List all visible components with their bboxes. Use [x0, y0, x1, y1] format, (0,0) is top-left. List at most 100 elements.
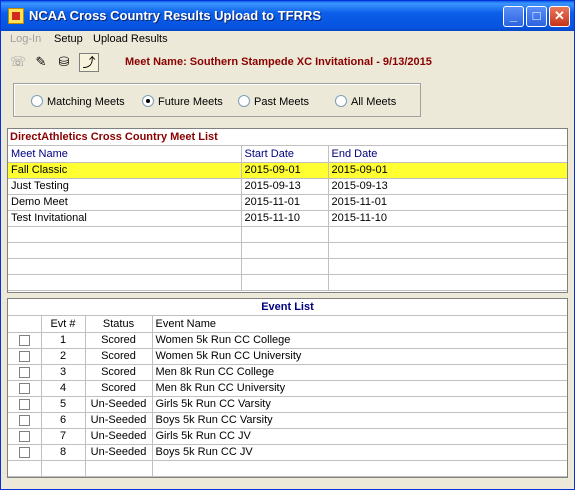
col-end-date[interactable]: End Date: [328, 146, 567, 163]
meet-filter-group: Matching Meets Future Meets Past Meets A…: [13, 83, 421, 117]
event-row[interactable]: 4 Scored Men 8k Run CC University: [8, 380, 567, 397]
event-list-table: Evt # Status Event Name 1 Scored Women 5…: [8, 316, 567, 477]
col-event-number[interactable]: Evt #: [41, 316, 86, 333]
minimize-button[interactable]: _: [503, 6, 524, 27]
event-number-cell: 8: [41, 444, 86, 461]
event-checkbox[interactable]: [18, 334, 30, 346]
menu-bar: Log-In Setup Upload Results: [1, 31, 574, 49]
event-checkbox[interactable]: [18, 366, 30, 378]
event-name-cell: Boys 5k Run CC JV: [152, 444, 567, 461]
phone-icon[interactable]: ☏: [8, 53, 28, 72]
window-title: NCAA Cross Country Results Upload to TFR…: [29, 8, 322, 23]
meet-row[interactable]: Fall Classic 2015-09-01 2015-09-01: [8, 162, 567, 179]
event-status-cell: Un-Seeded: [85, 412, 153, 429]
title-bar[interactable]: NCAA Cross Country Results Upload to TFR…: [1, 1, 574, 31]
event-row[interactable]: 3 Scored Men 8k Run CC College: [8, 364, 567, 381]
radio-future-meets[interactable]: Future Meets: [142, 95, 223, 108]
menu-upload-results[interactable]: Upload Results: [93, 33, 168, 45]
event-list-panel: Event List Evt # Status Event Name 1 Sco…: [7, 298, 568, 478]
app-window: NCAA Cross Country Results Upload to TFR…: [0, 0, 575, 490]
meet-row[interactable]: Demo Meet 2015-11-01 2015-11-01: [8, 194, 567, 211]
event-list-header: Evt # Status Event Name: [8, 316, 567, 333]
col-meet-name[interactable]: Meet Name: [8, 146, 242, 163]
event-number-cell: 3: [41, 364, 86, 381]
event-checkbox[interactable]: [18, 414, 30, 426]
col-start-date[interactable]: Start Date: [241, 146, 329, 163]
event-number-cell: 5: [41, 396, 86, 413]
event-checkbox[interactable]: [18, 446, 30, 458]
radio-dot-selected: [142, 95, 154, 107]
radio-dot: [335, 95, 347, 107]
meet-name-cell: Just Testing: [8, 178, 242, 195]
meet-name-cell: Fall Classic: [8, 162, 242, 179]
event-number-cell: 2: [41, 348, 86, 365]
radio-matching-meets[interactable]: Matching Meets: [31, 95, 125, 108]
event-name-cell: Men 8k Run CC College: [152, 364, 567, 381]
meet-name-cell: Demo Meet: [8, 194, 242, 211]
end-date-cell: 2015-09-13: [328, 178, 567, 195]
menu-setup[interactable]: Setup: [54, 33, 83, 45]
meet-list-title: DirectAthletics Cross Country Meet List: [8, 129, 567, 146]
maximize-button[interactable]: □: [526, 6, 547, 27]
event-name-cell: Girls 5k Run CC Varsity: [152, 396, 567, 413]
end-date-cell: 2015-09-01: [328, 162, 567, 179]
event-row[interactable]: 7 Un-Seeded Girls 5k Run CC JV: [8, 428, 567, 445]
event-checkbox[interactable]: [18, 350, 30, 362]
start-date-cell: 2015-09-13: [241, 178, 329, 195]
event-row[interactable]: 1 Scored Women 5k Run CC College: [8, 332, 567, 349]
event-status-cell: Scored: [85, 380, 153, 397]
event-row[interactable]: 2 Scored Women 5k Run CC University: [8, 348, 567, 365]
empty-row: [8, 258, 567, 275]
meet-list-panel: DirectAthletics Cross Country Meet List …: [7, 128, 568, 293]
event-row[interactable]: 8 Un-Seeded Boys 5k Run CC JV: [8, 444, 567, 461]
radio-past-meets[interactable]: Past Meets: [238, 95, 309, 108]
meet-list-header: Meet Name Start Date End Date: [8, 146, 567, 163]
event-status-cell: Un-Seeded: [85, 428, 153, 445]
empty-row: [8, 274, 567, 291]
end-date-cell: 2015-11-10: [328, 210, 567, 227]
event-number-cell: 1: [41, 332, 86, 349]
radio-dot: [31, 95, 43, 107]
event-name-cell: Boys 5k Run CC Varsity: [152, 412, 567, 429]
col-status[interactable]: Status: [85, 316, 153, 333]
event-name-cell: Women 5k Run CC University: [152, 348, 567, 365]
col-checkbox[interactable]: [8, 316, 42, 333]
event-number-cell: 6: [41, 412, 86, 429]
status-bar: [5, 479, 570, 487]
close-button[interactable]: ✕: [549, 6, 570, 27]
event-list-title: Event List: [8, 299, 567, 316]
meet-name-cell: Test Invitational: [8, 210, 242, 227]
col-event-name[interactable]: Event Name: [152, 316, 567, 333]
start-date-cell: 2015-11-01: [241, 194, 329, 211]
checklist-icon[interactable]: ✎: [31, 53, 51, 72]
event-row[interactable]: 6 Un-Seeded Boys 5k Run CC Varsity: [8, 412, 567, 429]
menu-login[interactable]: Log-In: [10, 33, 41, 45]
end-date-cell: 2015-11-01: [328, 194, 567, 211]
event-number-cell: 4: [41, 380, 86, 397]
radio-dot: [238, 95, 250, 107]
app-icon: [8, 8, 24, 24]
empty-row: [8, 226, 567, 243]
upload-icon[interactable]: ⛁: [54, 53, 74, 72]
start-date-cell: 2015-09-01: [241, 162, 329, 179]
event-checkbox[interactable]: [18, 398, 30, 410]
meet-list-table: Meet Name Start Date End Date Fall Class…: [8, 146, 567, 291]
event-checkbox[interactable]: [18, 382, 30, 394]
radio-all-meets[interactable]: All Meets: [335, 95, 396, 108]
event-number-cell: 7: [41, 428, 86, 445]
event-name-cell: Girls 5k Run CC JV: [152, 428, 567, 445]
event-status-cell: Scored: [85, 348, 153, 365]
event-status-cell: Scored: [85, 364, 153, 381]
event-row[interactable]: 5 Un-Seeded Girls 5k Run CC Varsity: [8, 396, 567, 413]
event-status-cell: Un-Seeded: [85, 396, 153, 413]
event-status-cell: Un-Seeded: [85, 444, 153, 461]
meet-row[interactable]: Test Invitational 2015-11-10 2015-11-10: [8, 210, 567, 227]
empty-row: [8, 242, 567, 259]
meet-row[interactable]: Just Testing 2015-09-13 2015-09-13: [8, 178, 567, 195]
start-date-cell: 2015-11-10: [241, 210, 329, 227]
empty-row: [8, 460, 567, 477]
event-checkbox[interactable]: [18, 430, 30, 442]
back-folder-icon[interactable]: ⤴: [79, 53, 99, 72]
meet-name-label: Meet Name: Southern Stampede XC Invitati…: [125, 56, 432, 68]
event-name-cell: Women 5k Run CC College: [152, 332, 567, 349]
